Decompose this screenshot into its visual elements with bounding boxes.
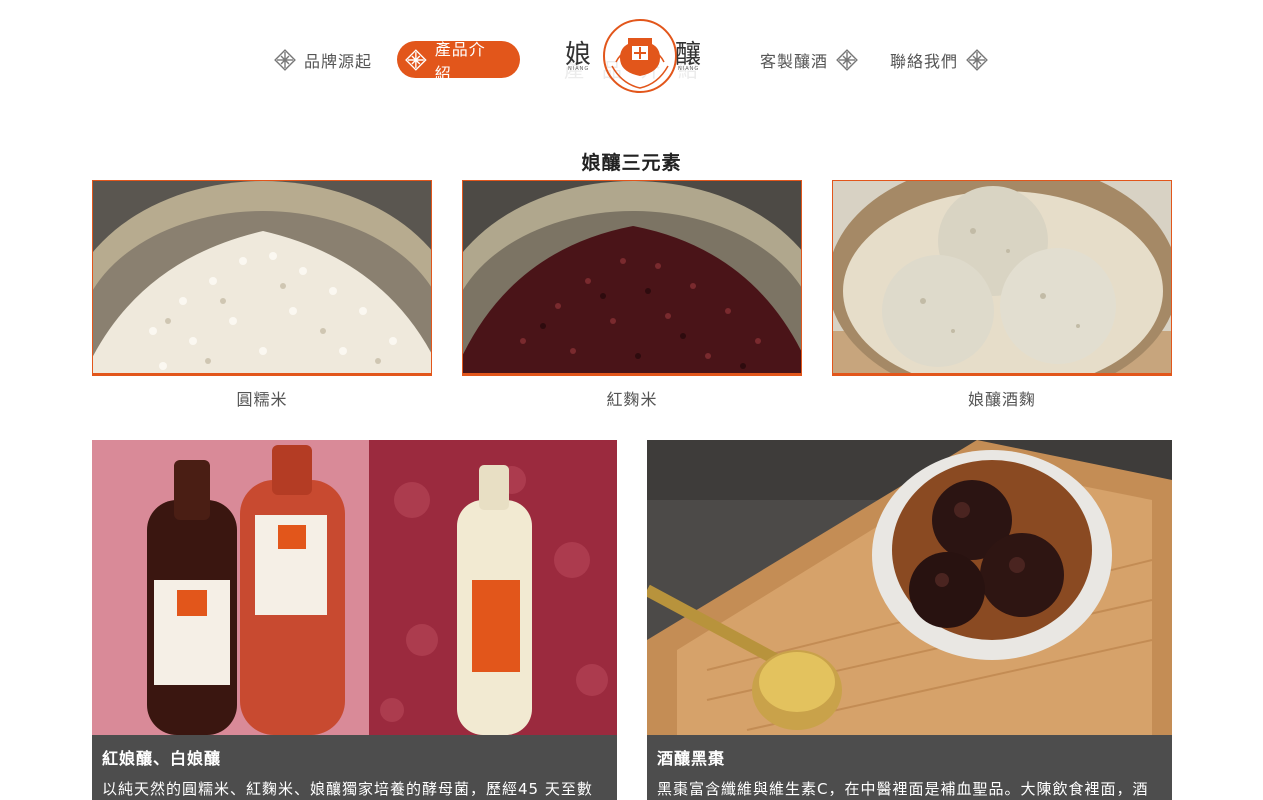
ingredient-caption: 紅麴米 (606, 390, 658, 409)
nav-brand-origin-label: 品牌源起 (304, 51, 373, 71)
wine-yeast-photo (832, 180, 1172, 376)
nav-contact-us[interactable]: 聯絡我們 (884, 41, 990, 78)
nav-contact-us-label: 聯絡我們 (890, 51, 959, 71)
product-description: 以純天然的圓糯米、紅麴米、娘釀獨家培養的酵母菌，歷經45 天至數 (102, 780, 593, 798)
ingredient-caption: 圓糯米 (236, 390, 288, 409)
knot-icon (836, 48, 858, 71)
top-navigation: 品牌源起 產品介紹 產品介紹 娘 釀 NIANG NIANG 客製釀酒 (0, 0, 1263, 120)
jar-emblem-icon (603, 19, 677, 93)
knot-icon (966, 48, 988, 71)
ingredient-caption: 娘釀酒麴 (967, 390, 1036, 409)
ingredient-card-glutinous-rice[interactable]: 圓糯米 (92, 180, 432, 410)
nav-brand-origin[interactable]: 品牌源起 (272, 41, 378, 78)
nav-custom-brewing[interactable]: 客製釀酒 (754, 41, 860, 78)
nav-products[interactable]: 產品介紹 (397, 40, 520, 83)
knot-icon (274, 48, 296, 71)
wine-bottles-photo (92, 440, 617, 735)
nav-custom-brewing-label: 客製釀酒 (760, 51, 829, 71)
product-info-bar: 酒釀黑棗 黑棗富含纖維與維生素C，在中醫裡面是補血聖品。大陳飲食裡面，酒 (647, 735, 1172, 800)
ingredient-card-wine-yeast[interactable]: 娘釀酒麴 (832, 180, 1172, 410)
product-info-bar: 紅娘釀、白娘釀 以純天然的圓糯米、紅麴米、娘釀獨家培養的酵母菌，歷經45 天至數 (92, 735, 617, 800)
product-title: 紅娘釀、白娘釀 (102, 749, 222, 768)
section-title: 娘釀三元素 (581, 152, 682, 174)
nav-products-label: 產品介紹 (434, 39, 486, 83)
brand-logo[interactable]: 產品介紹 娘 釀 NIANG NIANG (545, 14, 735, 102)
logo-sub-right: NIANG (678, 66, 700, 72)
product-description: 黑棗富含纖維與維生素C，在中醫裡面是補血聖品。大陳飲食裡面，酒 (657, 780, 1149, 798)
ingredient-card-red-yeast-rice[interactable]: 紅麴米 (462, 180, 802, 410)
wine-dates-photo (647, 440, 1172, 735)
product-card-red-white-niang[interactable]: 紅娘釀、白娘釀 以純天然的圓糯米、紅麴米、娘釀獨家培養的酵母菌，歷經45 天至數 (92, 440, 617, 800)
knot-icon (405, 48, 427, 71)
logo-sub-left: NIANG (568, 66, 590, 72)
glutinous-rice-photo (92, 180, 432, 376)
product-title: 酒釀黑棗 (657, 749, 726, 768)
red-yeast-rice-photo (462, 180, 802, 376)
product-card-wine-dates[interactable]: 酒釀黑棗 黑棗富含纖維與維生素C，在中醫裡面是補血聖品。大陳飲食裡面，酒 (647, 440, 1172, 800)
